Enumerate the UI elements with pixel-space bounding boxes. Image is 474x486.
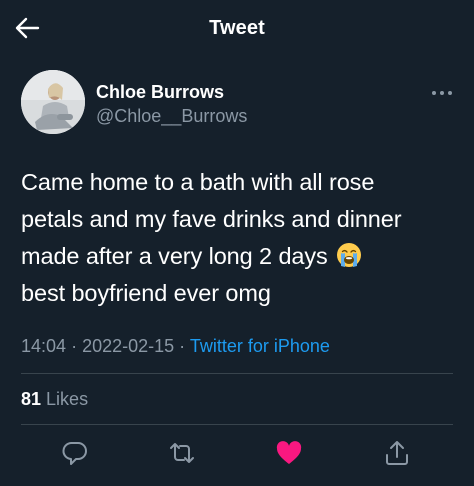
avatar-image — [21, 70, 85, 134]
tweet-text-line-with-emoji: made after a very long 2 days — [21, 238, 461, 275]
tweet-text-line: Came home to a bath with all rose — [21, 169, 375, 195]
retweet-button[interactable] — [167, 438, 197, 468]
likes-count: 81 — [21, 389, 42, 409]
divider — [21, 424, 453, 425]
retweet-icon — [170, 443, 194, 463]
tweet-source-link[interactable]: Twitter for iPhone — [190, 336, 330, 356]
more-options-icon — [432, 91, 452, 95]
likes-label: Likes — [46, 389, 89, 409]
avatar[interactable] — [21, 70, 85, 134]
tweet-text: Came home to a bath with all rose petals… — [21, 164, 461, 312]
reply-button[interactable] — [60, 438, 90, 468]
tweet-detail-screen: Tweet Chloe Burrows @Chloe__Burrows Came… — [0, 0, 474, 486]
tweet-text-line: made after a very long 2 days — [21, 243, 328, 269]
like-button[interactable] — [274, 438, 304, 468]
divider — [21, 373, 453, 374]
like-icon — [276, 441, 302, 464]
tweet-time: 14:04 — [21, 336, 67, 356]
share-button[interactable] — [382, 438, 412, 468]
tweet-date: 2022-02-15 — [82, 336, 175, 356]
likes-stat[interactable]: 81 Likes — [21, 389, 88, 410]
meta-separator: · — [71, 336, 78, 356]
header-bar: Tweet — [0, 0, 474, 56]
tweet-text-line: petals and my fave drinks and dinner — [21, 206, 402, 232]
author-handle[interactable]: @Chloe__Burrows — [96, 106, 247, 127]
share-icon — [386, 441, 408, 465]
tweet-metadata: 14:04 · 2022-02-15 · Twitter for iPhone — [21, 336, 330, 357]
loudly-crying-face-emoji-icon — [337, 243, 362, 267]
page-title: Tweet — [209, 17, 265, 39]
reply-icon — [62, 442, 87, 465]
tweet-text-line: best boyfriend ever omg — [21, 280, 271, 306]
author-display-name[interactable]: Chloe Burrows — [96, 82, 224, 103]
more-options-button[interactable] — [430, 86, 454, 98]
meta-separator: · — [179, 336, 186, 356]
